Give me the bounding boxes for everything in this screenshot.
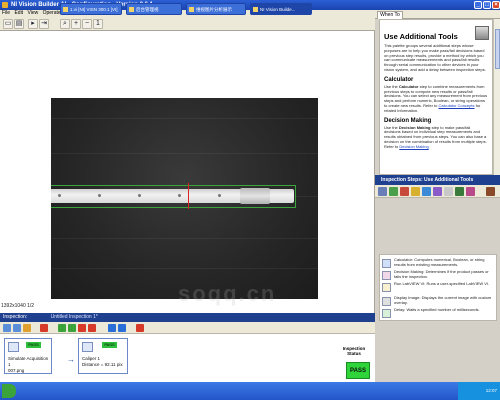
- run-icon[interactable]: ▸: [28, 19, 38, 29]
- stop-icon[interactable]: [78, 324, 86, 332]
- acquisition-icon: [8, 342, 19, 352]
- step-icon[interactable]: ⇥: [39, 19, 49, 29]
- zoom-100-icon[interactable]: 1: [93, 19, 103, 29]
- identify-icon[interactable]: [433, 187, 442, 196]
- app-icon: [63, 7, 68, 12]
- task-admin[interactable]: 后台管理视: [126, 3, 182, 15]
- inspection-steps: PASS Simulate Acquisition 1 007.png PASS…: [0, 334, 375, 382]
- edit-step-icon[interactable]: [23, 324, 31, 332]
- next-icon[interactable]: [118, 324, 126, 332]
- display-image-icon: [382, 297, 391, 306]
- caliper-icon: [82, 342, 93, 352]
- delete-step-icon[interactable]: [40, 324, 48, 332]
- help-panel: Use Additional Tools This palette groups…: [379, 19, 493, 175]
- maximize-button[interactable]: □: [483, 1, 491, 9]
- help-calculator-heading: Calculator: [384, 76, 414, 83]
- task-labview[interactable]: 1.vi [NI] VISN 300.1 [VI]: [60, 3, 122, 15]
- part-end: [240, 188, 270, 204]
- tab-when-to[interactable]: When To: [377, 11, 403, 19]
- task-vision-builder[interactable]: NI Vision Builde...: [250, 3, 312, 15]
- menu-view[interactable]: View: [27, 10, 38, 16]
- inspection-name: Untitled Inspection 1*: [50, 314, 98, 320]
- inspection-status-label: Inspection Status: [342, 346, 366, 356]
- app-icon: [253, 7, 258, 12]
- palette-item-run-labview-vi[interactable]: Run LabVIEW VI: Runs a user-specified La…: [382, 281, 494, 296]
- step-status-badge: PASS: [26, 342, 41, 348]
- app-icon: [189, 7, 194, 12]
- decision-tab-icon[interactable]: [466, 187, 475, 196]
- zoom-in-icon[interactable]: +: [71, 19, 81, 29]
- caliper-line: [188, 183, 189, 209]
- measure-icon[interactable]: [411, 187, 420, 196]
- inspection-toolbar: [0, 322, 375, 334]
- step-status-badge: PASS: [102, 342, 117, 348]
- inspection-label: Inspection:: [3, 314, 28, 320]
- labview-vi-icon: [382, 283, 391, 292]
- inspection-header: Inspection: Untitled Inspection 1*: [0, 313, 375, 322]
- add-step-icon[interactable]: [13, 324, 21, 332]
- close-button[interactable]: ×: [492, 1, 500, 9]
- open-icon[interactable]: ▭: [3, 19, 13, 29]
- step-simulate-acquisition[interactable]: PASS Simulate Acquisition 1 007.png: [4, 338, 52, 374]
- new-step-icon[interactable]: [3, 324, 11, 332]
- help-decision-heading: Decision Making: [384, 117, 432, 124]
- steps-palette-icons: [375, 185, 500, 198]
- taskbar: [0, 382, 500, 400]
- app-icon: [2, 2, 8, 8]
- run-loop-icon[interactable]: [68, 324, 76, 332]
- calculator-icon: [382, 259, 391, 268]
- step-detail: Distance = 92.11 pix: [82, 362, 123, 367]
- steps-palette-list: Calculator: Computes numerical, Boolean,…: [379, 254, 497, 321]
- help-scrollbar[interactable]: [493, 19, 500, 175]
- zoom-fit-icon[interactable]: ⌕: [60, 19, 70, 29]
- help-title: Use Additional Tools: [384, 32, 458, 41]
- menu-edit[interactable]: Edit: [14, 10, 23, 16]
- zoom-out-icon[interactable]: −: [82, 19, 92, 29]
- task-image-viewer[interactable]: 维视图片分析展示: [186, 3, 246, 15]
- image-info: 1392x1040 1/2: [1, 303, 35, 309]
- minimize-button[interactable]: _: [474, 1, 482, 9]
- step-name: Simulate Acquisition 1: [8, 356, 49, 367]
- menu-file[interactable]: File: [2, 10, 10, 16]
- steps-palette-header: Inspection Steps: Use Additional Tools: [375, 175, 500, 185]
- delay-icon: [382, 309, 391, 318]
- check-icon[interactable]: [422, 187, 431, 196]
- help-calculator-text: Use the Calculator step to combine measu…: [384, 83, 488, 113]
- step-caliper[interactable]: PASS Caliper 1 Distance = 92.11 pix: [78, 338, 128, 374]
- toolbar: ▭ ▤ ▸ ⇥ ⌕ + − 1: [0, 17, 375, 31]
- run-once-icon[interactable]: [58, 324, 66, 332]
- previous-icon[interactable]: [108, 324, 116, 332]
- image-panel: 1392x1040 1/2 soqq.cn: [0, 31, 375, 313]
- menu-operate[interactable]: Operate: [43, 10, 61, 16]
- inspection-status-indicator: PASS: [346, 362, 370, 379]
- abort-icon[interactable]: [88, 324, 96, 332]
- camera-image[interactable]: [51, 98, 318, 299]
- help-intro: This palette groups several additional s…: [384, 43, 486, 72]
- calculator-tab-icon[interactable]: [455, 187, 464, 196]
- start-button[interactable]: [2, 384, 16, 398]
- app-icon: [129, 7, 134, 12]
- save-icon[interactable]: ▤: [14, 19, 24, 29]
- step-detail: 007.png: [8, 368, 25, 373]
- io-icon[interactable]: [444, 187, 453, 196]
- camera-icon[interactable]: [378, 187, 387, 196]
- palette-item-delay[interactable]: Delay: Waits a specified number of milli…: [382, 307, 494, 322]
- system-tray-clock[interactable]: 12:07: [458, 382, 500, 400]
- decision-making-link[interactable]: Decision Making: [399, 144, 428, 149]
- tools-tab-icon[interactable]: [486, 187, 495, 196]
- help-decision-text: Use the Decision Making step to make pas…: [384, 124, 487, 149]
- scrollbar-thumb[interactable]: [495, 29, 500, 69]
- watermark: soqq.cn: [178, 281, 277, 306]
- locate-icon[interactable]: [400, 187, 409, 196]
- decision-icon: [382, 271, 391, 280]
- remove-icon[interactable]: [136, 324, 144, 332]
- calculator-concepts-link[interactable]: Calculator Concepts: [438, 103, 474, 108]
- tools-icon: [475, 26, 489, 40]
- enhance-icon[interactable]: [389, 187, 398, 196]
- step-arrow-icon: →: [67, 355, 75, 364]
